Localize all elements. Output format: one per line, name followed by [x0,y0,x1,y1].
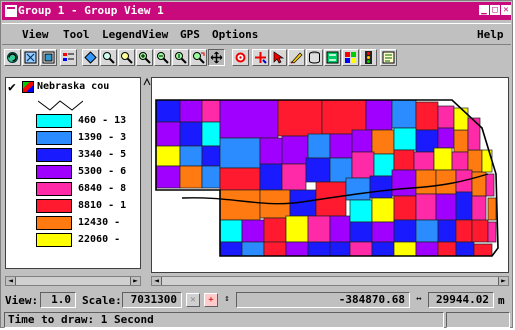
swap-icon[interactable] [324,49,341,66]
status-message: Time to draw: 1 Second [4,312,444,328]
window-icon[interactable] [40,49,57,66]
scroll-left-icon[interactable]: ◄ [152,277,162,285]
select-icon[interactable] [270,49,287,66]
zoom-back-icon[interactable] [190,49,207,66]
pan-icon[interactable] [208,49,225,66]
nebraska-county-map[interactable] [152,78,508,272]
menu-bar: View Tool LegendView GPS Options Help [2,23,511,45]
menu-tool[interactable]: Tool [63,28,90,41]
view-label: View: [5,294,39,307]
map-view[interactable] [151,77,509,273]
zoom-in-icon[interactable] [136,49,153,66]
close-icon[interactable]: ✕ [501,5,511,15]
diamond-select-icon[interactable] [82,49,99,66]
legend-swatch [36,182,72,196]
zoom-out-icon[interactable] [154,49,171,66]
measure-icon[interactable] [232,49,249,66]
status-message-extra [446,312,510,328]
legend-item-label: 1390 - 3 [78,132,127,143]
horizontal-arrow-icon: ↔ [416,294,422,304]
zoom-1x-icon[interactable] [172,49,189,66]
full-view-icon[interactable] [22,49,39,66]
scale-label: Scale: [82,294,122,307]
unit-label: m [498,294,505,307]
y-coordinate-field[interactable]: 29944.02 [428,292,494,308]
legend-icon[interactable] [60,49,77,66]
map-hscrollbar[interactable]: ◄ ► [151,276,509,286]
line-symbol-icon [38,100,83,111]
legend-item: 3340 - 5 [36,148,140,164]
legend-item-label: 6840 - 8 [78,183,127,194]
legend-swatch [36,216,72,230]
scroll-left-icon[interactable]: ◄ [6,277,16,285]
layer-checkbox[interactable]: ✔ [8,80,16,95]
legend-item-label: 5300 - 6 [78,166,127,177]
layer-name: Nebraska cou [37,81,110,92]
legend-item-label: 3340 - 5 [78,149,127,160]
legend-swatch [36,233,72,247]
scroll-up-icon[interactable] [143,77,151,87]
legend-item: 22060 - [36,233,140,249]
legend-layer-row[interactable]: ✔ Nebraska cou [8,80,138,95]
window-title: Group 1 - Group View 1 [18,4,164,17]
legend-item: 5300 - 6 [36,165,140,181]
title-bar[interactable]: Group 1 - Group View 1 ▁ □ ✕ [2,2,511,20]
legend-item-label: 460 - 13 [78,115,127,126]
scroll-right-icon[interactable]: ► [130,277,140,285]
menu-help[interactable]: Help [477,28,504,41]
toolbar [2,46,511,72]
scroll-right-icon[interactable]: ► [498,277,508,285]
legend-item: 1390 - 3 [36,131,140,147]
legend-item: 460 - 13 [36,114,140,130]
script-icon[interactable] [380,49,397,66]
color-icon[interactable] [342,49,359,66]
status-row: View: 1.0 Scale: 7031300 ✕ + ↕ -384870.6… [2,290,511,310]
layer-icon [22,81,34,93]
legend-swatch [36,114,72,128]
legend-swatch [36,131,72,145]
position-icon[interactable]: + [204,293,218,307]
sketch-icon[interactable] [288,49,305,66]
view-zoom-field[interactable]: 1.0 [40,292,76,308]
menu-legendview[interactable]: LegendView [102,28,168,41]
legend-swatch [36,165,72,179]
traffic-light-icon[interactable] [360,49,377,66]
menu-gps[interactable]: GPS [180,28,200,41]
panel-splitter[interactable] [143,77,151,273]
legend-item-label: 12430 - [78,217,121,228]
menu-view[interactable]: View [22,28,49,41]
legend-hscrollbar[interactable]: ◄ ► [5,276,141,286]
legend-item: 12430 - [36,216,140,232]
legend-item: 6840 - 8 [36,182,140,198]
legend-swatch [36,148,72,162]
vertical-arrow-icon: ↕ [224,294,230,304]
x-coordinate-field[interactable]: -384870.68 [236,292,410,308]
zoom-zoom-icon[interactable] [118,49,135,66]
crosshair-icon[interactable]: ✕ [186,293,200,307]
legend-item-label: 8810 - 1 [78,200,127,211]
app-window: Group 1 - Group View 1 ▁ □ ✕ View Tool L… [0,0,513,328]
menu-options[interactable]: Options [212,28,258,41]
maximize-icon[interactable]: □ [490,5,500,15]
minimize-icon[interactable]: ▁ [479,5,489,15]
zoom-box-icon[interactable] [100,49,117,66]
scale-field[interactable]: 7031300 [122,292,182,308]
window-menu-icon[interactable] [5,5,17,17]
gps-icon[interactable] [252,49,269,66]
legend-swatch [36,199,72,213]
legend-panel: ✔ Nebraska cou 460 - 13 1390 - 3 3340 - … [5,77,141,269]
database-icon[interactable] [306,49,323,66]
legend-item: 8810 - 1 [36,199,140,215]
legend-item-label: 22060 - [78,234,121,245]
redraw-icon[interactable] [4,49,21,66]
